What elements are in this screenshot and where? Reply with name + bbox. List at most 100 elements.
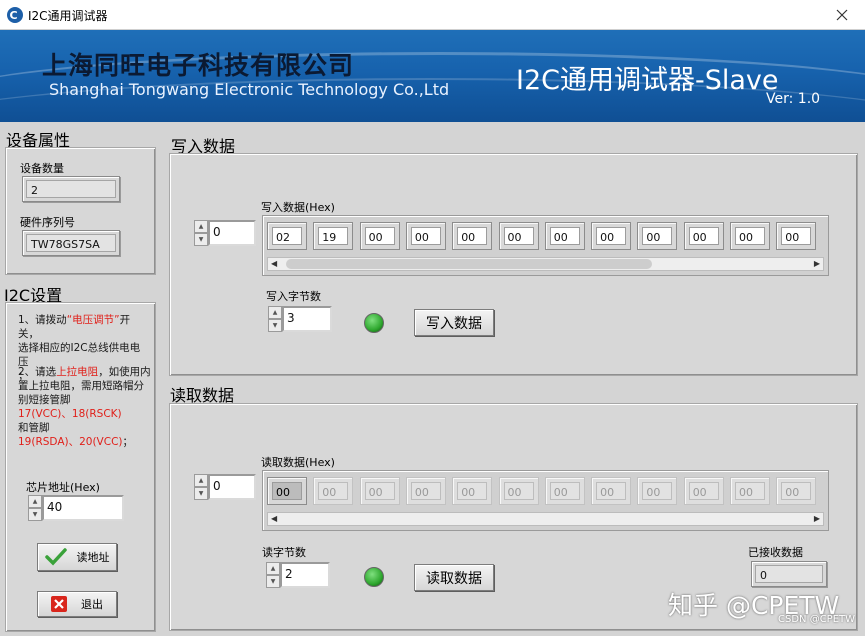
write-data-cell-value[interactable]: 00 (503, 227, 534, 245)
scrollbar-thumb[interactable] (286, 259, 652, 269)
read-index-input[interactable]: ▲ ▼ 0 (194, 474, 256, 500)
read-data-button[interactable]: 读取数据 (414, 564, 494, 591)
write-index-input[interactable]: ▲ ▼ 0 (194, 220, 256, 246)
write-data-cell-value[interactable]: 00 (596, 227, 627, 245)
write-data-cell[interactable]: 00 (730, 222, 770, 250)
increment-icon[interactable]: ▲ (266, 562, 280, 575)
write-data-cell[interactable]: 00 (452, 222, 493, 250)
write-array-label: 写入数据(Hex) (261, 201, 335, 214)
write-panel: ▲ ▼ 0 写入数据(Hex) 02 19 00 00 00 00 00 00 00 00 00 00… (169, 153, 858, 376)
increment-icon[interactable]: ▲ (194, 474, 208, 487)
read-data-cell: 00 (498, 477, 539, 505)
write-data-cell[interactable]: 19 (313, 222, 354, 250)
write-data-cell-value[interactable]: 00 (642, 227, 673, 245)
version-label: Ver: 1.0 (766, 91, 821, 107)
read-data-cell-value: 00 (781, 482, 812, 500)
read-data-cell: 00 (359, 477, 400, 505)
read-data-cell-value: 00 (735, 482, 765, 500)
write-index-stepper[interactable]: ▲ ▼ (194, 220, 208, 246)
received-value: 0 (755, 565, 823, 583)
write-data-cell-value[interactable]: 02 (272, 227, 302, 245)
write-data-cell[interactable]: 00 (683, 222, 724, 250)
write-data-cell[interactable]: 00 (405, 222, 446, 250)
decrement-icon[interactable]: ▼ (194, 233, 208, 246)
write-data-cell[interactable]: 00 (498, 222, 539, 250)
write-data-cell-value[interactable]: 00 (457, 227, 488, 245)
write-data-array: 02 19 00 00 00 00 00 00 00 00 00 00 ◀ ▶ (262, 215, 829, 276)
scroll-left-icon[interactable]: ◀ (271, 259, 277, 268)
write-count-value[interactable]: 3 (282, 306, 332, 332)
write-data-cell-value[interactable]: 00 (410, 227, 441, 245)
write-data-cell-value[interactable]: 00 (781, 227, 812, 245)
decrement-icon[interactable]: ▼ (266, 575, 280, 588)
exit-button[interactable]: 退出 (37, 591, 117, 617)
read-data-cell: 00 (405, 477, 446, 505)
increment-icon[interactable]: ▲ (268, 306, 282, 319)
company-name-en: Shanghai Tongwang Electronic Technology … (49, 80, 450, 99)
scroll-right-icon[interactable]: ▶ (814, 259, 820, 268)
read-count-value[interactable]: 2 (280, 562, 330, 588)
write-array-scrollbar[interactable]: ◀ ▶ (267, 257, 824, 271)
decrement-icon[interactable]: ▼ (28, 508, 42, 521)
i2c-panel: 1、请拨动“电压调节”开关， 选择相应的I2C总线供电电压 ； 2、请选上拉电阻… (5, 302, 156, 632)
write-data-cell-value[interactable]: 00 (549, 227, 580, 245)
svg-text:C: C (10, 9, 18, 22)
write-data-cell[interactable]: 02 (267, 222, 307, 250)
read-array-scrollbar[interactable]: ◀ ▶ (267, 512, 824, 526)
close-red-icon (51, 596, 67, 612)
read-index-value[interactable]: 0 (208, 474, 256, 500)
read-count-stepper[interactable]: ▲ ▼ (266, 562, 280, 588)
serial-label: 硬件序列号 (20, 216, 75, 229)
read-data-cell-value: 00 (457, 482, 488, 500)
app-logo-icon: C (7, 7, 23, 23)
read-data-cell: 00 (683, 477, 724, 505)
read-address-button[interactable]: 读地址 (37, 543, 117, 571)
read-data-cell: 00 (544, 477, 585, 505)
checkmark-icon (44, 548, 67, 566)
read-data-cell: 00 (313, 477, 354, 505)
write-data-cell[interactable]: 00 (544, 222, 585, 250)
write-data-cell[interactable]: 00 (637, 222, 678, 250)
write-data-cell-value[interactable]: 00 (364, 227, 395, 245)
product-title: I2C通用调试器-Slave (516, 65, 779, 96)
read-data-cell: 00 (452, 477, 493, 505)
scroll-right-icon[interactable]: ▶ (814, 514, 820, 523)
write-data-cell[interactable]: 00 (359, 222, 400, 250)
write-status-led (364, 313, 384, 333)
read-index-stepper[interactable]: ▲ ▼ (194, 474, 208, 500)
read-data-cell-value: 00 (410, 482, 441, 500)
chip-address-value[interactable]: 40 (42, 495, 124, 521)
write-index-value[interactable]: 0 (208, 220, 256, 246)
title-bar: C I2C通用调试器 (0, 0, 865, 30)
received-indicator: 0 (751, 561, 827, 587)
chip-address-stepper[interactable]: ▲ ▼ (28, 495, 42, 521)
read-data-cell: 00 (776, 477, 817, 505)
write-data-button[interactable]: 写入数据 (414, 309, 494, 336)
window-title: I2C通用调试器 (28, 9, 108, 23)
write-data-cell[interactable]: 00 (591, 222, 632, 250)
serial-indicator: TW78GS7SA (22, 230, 120, 256)
read-data-array: 00 00 00 00 00 00 00 00 00 00 00 00 ◀ ▶ (262, 470, 829, 531)
increment-icon[interactable]: ▲ (28, 495, 42, 508)
decrement-icon[interactable]: ▼ (194, 487, 208, 500)
scroll-left-icon[interactable]: ◀ (271, 514, 277, 523)
read-count-input[interactable]: ▲ ▼ 2 (266, 562, 330, 588)
read-data-cell-value: 00 (642, 482, 673, 500)
read-data-cell: 00 (637, 477, 678, 505)
read-data-cell-value: 00 (596, 482, 627, 500)
write-data-cell-value[interactable]: 00 (688, 227, 719, 245)
read-data-cell-value: 00 (549, 482, 580, 500)
chip-address-input[interactable]: ▲ ▼ 40 (28, 495, 124, 521)
write-data-cell-value[interactable]: 19 (318, 227, 349, 245)
increment-icon[interactable]: ▲ (194, 220, 208, 233)
read-data-cell-value: 00 (272, 482, 302, 500)
company-name-cn: 上海同旺电子科技有限公司 (42, 51, 355, 80)
watermark-sub: CSDN @CPETW (778, 614, 856, 625)
write-count-stepper[interactable]: ▲ ▼ (268, 306, 282, 332)
write-data-cell-value[interactable]: 00 (735, 227, 765, 245)
received-label: 已接收数据 (748, 546, 803, 559)
write-data-cell[interactable]: 00 (776, 222, 817, 250)
decrement-icon[interactable]: ▼ (268, 319, 282, 332)
close-button[interactable] (819, 0, 865, 30)
write-count-input[interactable]: ▲ ▼ 3 (268, 306, 332, 332)
